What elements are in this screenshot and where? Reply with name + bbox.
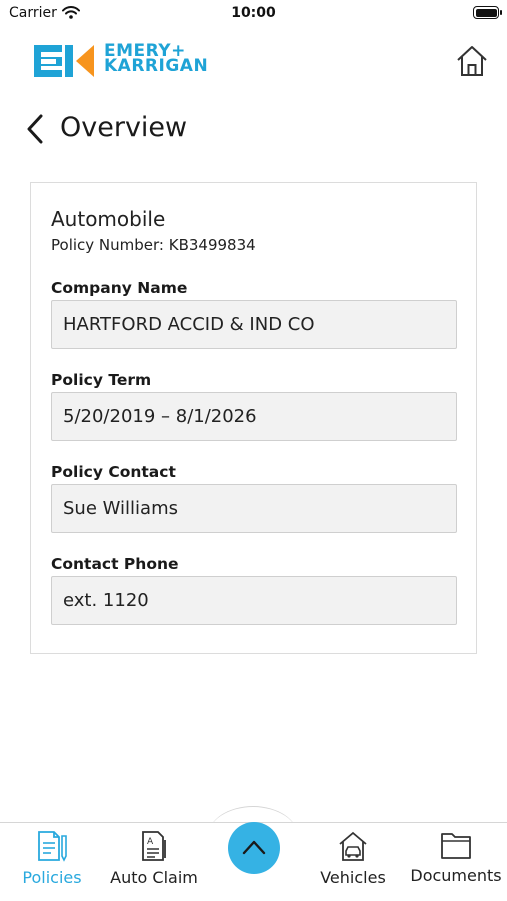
tab-documents-label: Documents bbox=[410, 866, 502, 885]
vehicles-icon bbox=[339, 831, 367, 861]
policy-number-row: Policy Number: KB3499834 bbox=[51, 236, 256, 254]
company-name-value: HARTFORD ACCID & IND CO bbox=[63, 314, 315, 335]
policy-contact-label: Policy Contact bbox=[51, 463, 176, 481]
back-chevron-icon[interactable] bbox=[24, 112, 48, 146]
svg-text:A: A bbox=[147, 837, 154, 847]
policy-number-value: KB3499834 bbox=[168, 236, 256, 254]
policies-icon bbox=[38, 831, 67, 862]
policy-number-label: Policy Number: bbox=[51, 236, 164, 254]
company-name-label: Company Name bbox=[51, 279, 188, 297]
documents-icon bbox=[441, 833, 471, 859]
company-name-field[interactable]: HARTFORD ACCID & IND CO bbox=[51, 300, 457, 349]
logo-wordmark: EMERY+ KARRIGAN bbox=[104, 41, 209, 76]
tab-vehicles-label: Vehicles bbox=[320, 868, 386, 887]
tab-documents[interactable]: Documents bbox=[408, 830, 504, 885]
policy-contact-value: Sue Williams bbox=[63, 498, 178, 519]
policy-term-label: Policy Term bbox=[51, 371, 152, 389]
home-icon[interactable] bbox=[455, 44, 489, 78]
tab-policies-label: Policies bbox=[22, 868, 82, 887]
logo-mark-icon bbox=[34, 45, 94, 77]
tab-auto-claim-label: Auto Claim bbox=[110, 868, 198, 887]
contact-phone-field[interactable]: ext. 1120 bbox=[51, 576, 457, 625]
chevron-up-icon bbox=[242, 840, 266, 855]
policy-term-value: 5/20/2019 – 8/1/2026 bbox=[63, 406, 257, 427]
tab-auto-claim[interactable]: A Auto Claim bbox=[108, 830, 200, 887]
contact-phone-value: ext. 1120 bbox=[63, 590, 149, 611]
policy-term-field[interactable]: 5/20/2019 – 8/1/2026 bbox=[51, 392, 457, 441]
tab-policies[interactable]: Policies bbox=[14, 830, 90, 887]
status-bar: Carrier 10:00 bbox=[0, 0, 507, 28]
status-time: 10:00 bbox=[231, 5, 276, 21]
policy-contact-field[interactable]: Sue Williams bbox=[51, 484, 457, 533]
auto-claim-icon: A bbox=[142, 831, 166, 861]
policy-card: Automobile Policy Number: KB3499834 Comp… bbox=[30, 182, 477, 654]
expand-menu-button[interactable] bbox=[228, 822, 280, 874]
battery-icon bbox=[473, 6, 502, 19]
tab-vehicles[interactable]: Vehicles bbox=[316, 830, 390, 887]
contact-phone-label: Contact Phone bbox=[51, 555, 179, 573]
page-title: Overview bbox=[60, 112, 188, 143]
policy-type: Automobile bbox=[51, 207, 166, 231]
